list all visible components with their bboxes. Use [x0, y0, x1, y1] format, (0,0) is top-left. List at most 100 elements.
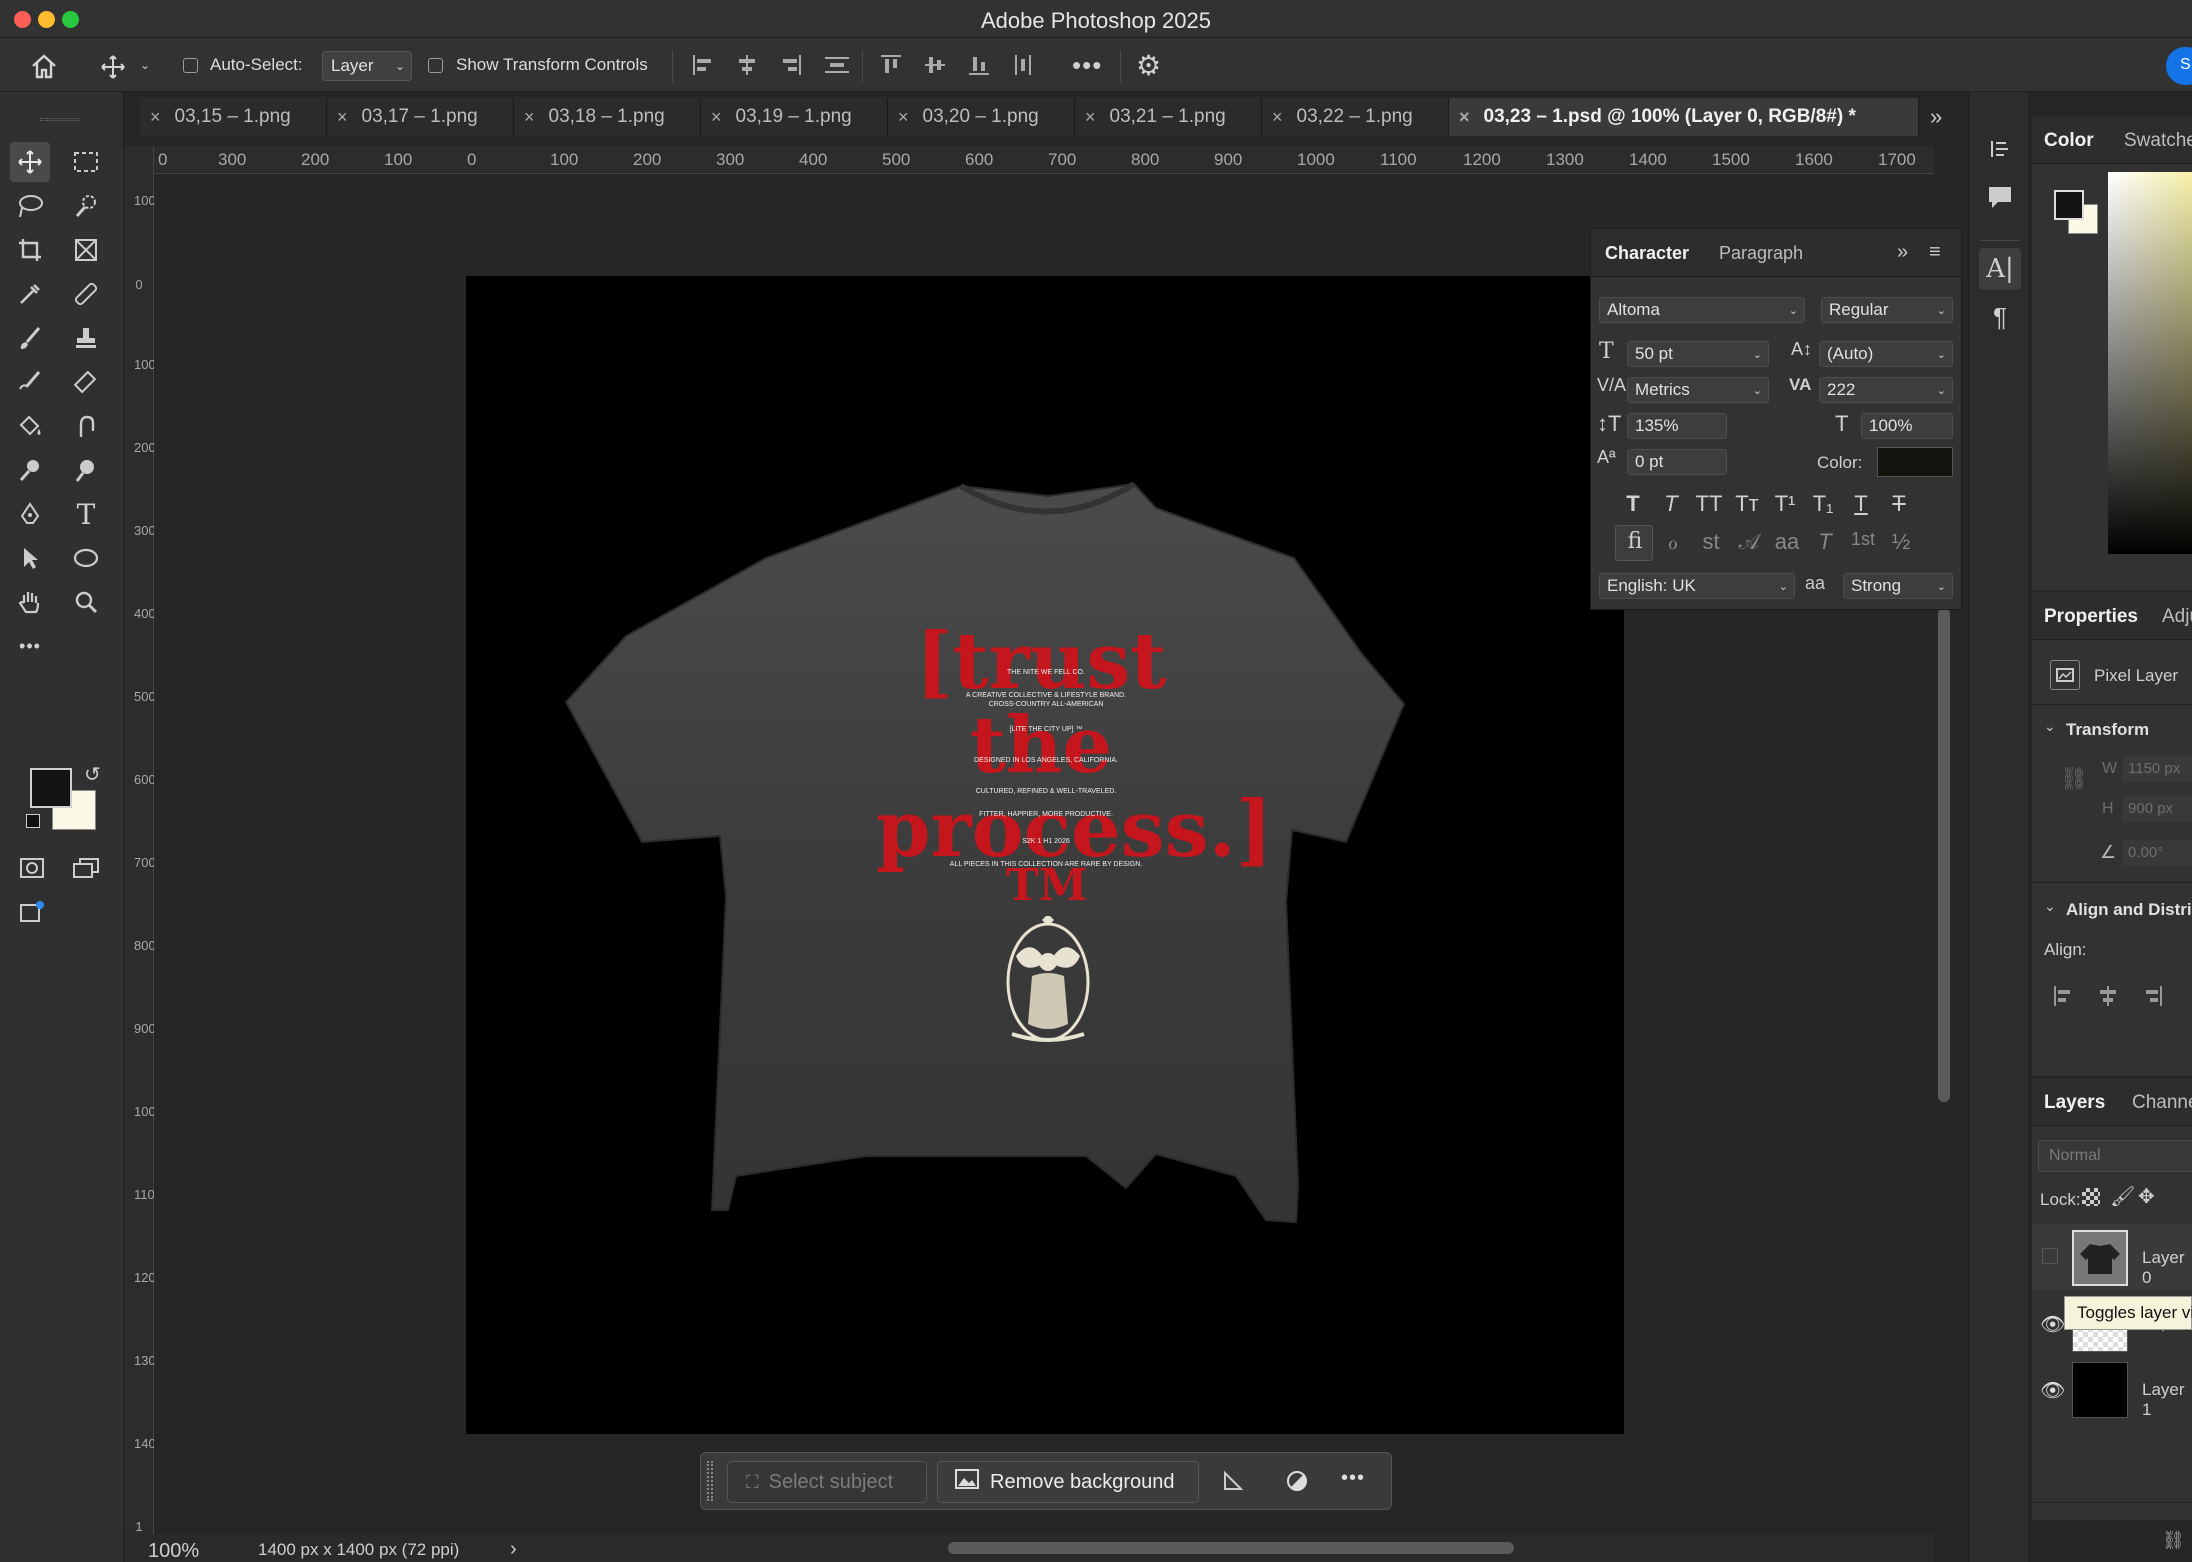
status-arrow-icon[interactable]: › [510, 1538, 517, 1561]
healing-brush-tool-icon[interactable] [66, 274, 106, 314]
history-icon[interactable] [1979, 128, 2021, 170]
align-right-icon[interactable] [2140, 984, 2164, 1008]
strikethrough-button[interactable]: T [1881, 491, 1917, 517]
brush-tool-icon[interactable] [10, 318, 50, 358]
layer-row[interactable]: 👁 Layer 1 [2032, 1356, 2192, 1422]
vertical-scale-field[interactable]: 135% [1627, 413, 1727, 439]
eye-icon[interactable]: 👁 [2040, 1378, 2065, 1403]
panel-menu-icon[interactable]: ≡ [1929, 241, 1941, 264]
underline-button[interactable]: T [1843, 491, 1879, 517]
auto-select-dropdown[interactable]: Layer ⌄ [322, 51, 412, 81]
distribute-horizontal-icon[interactable] [1010, 52, 1036, 78]
eyedropper-tool-icon[interactable] [10, 274, 50, 314]
zoom-level[interactable]: 100% [148, 1540, 199, 1562]
generative-icon[interactable] [12, 892, 52, 932]
tool-preset-chevron-icon[interactable]: ⌄ [140, 58, 150, 72]
stylistic-alternates-button[interactable]: aa [1769, 529, 1805, 555]
document-canvas[interactable]: [trust the process.] TM THE NITE WE FELL… [466, 276, 1624, 1434]
standard-ligatures-button[interactable]: ﬁ [1617, 529, 1653, 554]
type-tool-icon[interactable]: T [66, 494, 106, 534]
hand-tool-icon[interactable] [10, 582, 50, 622]
pen-tool-icon[interactable] [10, 494, 50, 534]
ellipse-tool-icon[interactable] [66, 538, 106, 578]
tab-layers[interactable]: Layers [2044, 1092, 2105, 1114]
font-size-field[interactable]: 50 pt ⌄ [1627, 341, 1769, 367]
tab-properties[interactable]: Properties [2044, 606, 2138, 628]
tab-03-15[interactable]: × 03,15 – 1.png [140, 98, 327, 136]
crop-tool-icon[interactable] [10, 230, 50, 270]
default-colors-icon[interactable] [26, 814, 40, 828]
zoom-tool-icon[interactable] [66, 582, 106, 622]
tab-03-18[interactable]: × 03,18 – 1.png [514, 98, 701, 136]
align-center-icon[interactable] [2096, 984, 2120, 1008]
close-tab-icon[interactable]: × [150, 107, 161, 128]
transform-icon[interactable] [1221, 1469, 1245, 1498]
edit-toolbar-icon[interactable]: ••• [10, 626, 50, 666]
discretionary-ligatures-button[interactable]: st [1693, 529, 1729, 555]
auto-select-checkbox[interactable] [183, 58, 198, 73]
tab-character[interactable]: Character [1605, 243, 1689, 264]
chevron-down-icon[interactable]: ⌄ [2044, 898, 2056, 915]
remove-background-button[interactable]: Remove background [937, 1461, 1199, 1503]
language-dropdown[interactable]: English: UK ⌄ [1599, 573, 1795, 599]
lasso-tool-icon[interactable] [10, 186, 50, 226]
clone-stamp-tool-icon[interactable] [66, 318, 106, 358]
more-tabs-icon[interactable]: » [1930, 104, 1942, 130]
kerning-field[interactable]: Metrics ⌄ [1627, 377, 1769, 403]
faux-italic-button[interactable]: T [1653, 491, 1689, 517]
lock-image-pixels-icon[interactable]: 🖌 [2110, 1184, 2135, 1209]
layer-visibility-toggle[interactable] [2042, 1248, 2058, 1264]
eraser-tool-icon[interactable] [66, 362, 106, 402]
eye-icon[interactable]: 👁 [2040, 1312, 2065, 1337]
close-tab-icon[interactable]: × [524, 107, 535, 128]
layer-name[interactable]: Layer 0 [2142, 1248, 2192, 1288]
paragraph-panel-icon[interactable]: ¶ [1979, 296, 2021, 338]
close-tab-icon[interactable]: × [1459, 107, 1470, 128]
blend-mode-dropdown[interactable]: Normal [2038, 1140, 2192, 1172]
frame-tool-icon[interactable] [66, 230, 106, 270]
swap-colors-icon[interactable]: ↺ [84, 762, 101, 787]
character-panel-icon[interactable]: A| [1979, 248, 2021, 290]
titling-alternates-button[interactable]: T [1807, 529, 1843, 555]
select-subject-button[interactable]: ⛶ Select subject [727, 1461, 927, 1503]
font-family-dropdown[interactable]: Altoma ⌄ [1599, 297, 1805, 323]
vertical-scrollbar[interactable] [1938, 608, 1950, 1102]
tab-03-19[interactable]: × 03,19 – 1.png [701, 98, 888, 136]
tab-paragraph[interactable]: Paragraph [1719, 243, 1803, 264]
tracking-field[interactable]: 222 ⌄ [1819, 377, 1953, 403]
align-bottom-edges-icon[interactable] [966, 52, 992, 78]
tab-color[interactable]: Color [2044, 130, 2094, 152]
collapse-panel-icon[interactable]: » [1897, 241, 1908, 264]
show-transform-controls-checkbox[interactable] [428, 58, 443, 73]
history-brush-tool-icon[interactable] [10, 362, 50, 402]
smudge-tool-icon[interactable] [66, 406, 106, 446]
more-options-icon[interactable]: ••• [1341, 1467, 1365, 1490]
align-horizontal-centers-icon[interactable] [734, 52, 760, 78]
dodge-tool-icon[interactable] [10, 450, 50, 490]
ordinals-button[interactable]: 1st [1845, 529, 1881, 550]
align-top-edges-icon[interactable] [878, 52, 904, 78]
move-tool-icon[interactable] [10, 142, 50, 182]
marquee-tool-icon[interactable] [66, 142, 106, 182]
align-right-edges-icon[interactable] [778, 52, 804, 78]
adjustment-icon[interactable] [1285, 1469, 1309, 1498]
align-left-icon[interactable] [2052, 984, 2076, 1008]
tab-03-21[interactable]: × 03,21 – 1.png [1075, 98, 1262, 136]
close-tab-icon[interactable]: × [711, 107, 722, 128]
subscript-button[interactable]: T₁ [1805, 491, 1841, 517]
height-field[interactable]: 900 px [2122, 796, 2192, 822]
share-button[interactable]: S [2166, 47, 2192, 85]
tab-swatches[interactable]: Swatches [2124, 130, 2192, 152]
close-tab-icon[interactable]: × [1085, 107, 1096, 128]
gear-icon[interactable]: ⚙ [1136, 49, 1161, 82]
tab-03-23-active[interactable]: × 03,23 – 1.psd @ 100% (Layer 0, RGB/8#) … [1449, 98, 1919, 136]
tab-03-22[interactable]: × 03,22 – 1.png [1262, 98, 1449, 136]
font-style-dropdown[interactable]: Regular ⌄ [1821, 297, 1953, 323]
horizontal-scrollbar[interactable] [948, 1542, 1514, 1554]
quick-mask-icon[interactable] [12, 848, 52, 888]
layer-row[interactable]: Layer 0 [2032, 1224, 2192, 1290]
tab-adjustments[interactable]: Adjustments [2162, 606, 2192, 628]
contextual-alternates-button[interactable]: ℴ [1655, 529, 1691, 555]
text-color-swatch[interactable] [1877, 447, 1953, 477]
quick-selection-tool-icon[interactable] [66, 186, 106, 226]
